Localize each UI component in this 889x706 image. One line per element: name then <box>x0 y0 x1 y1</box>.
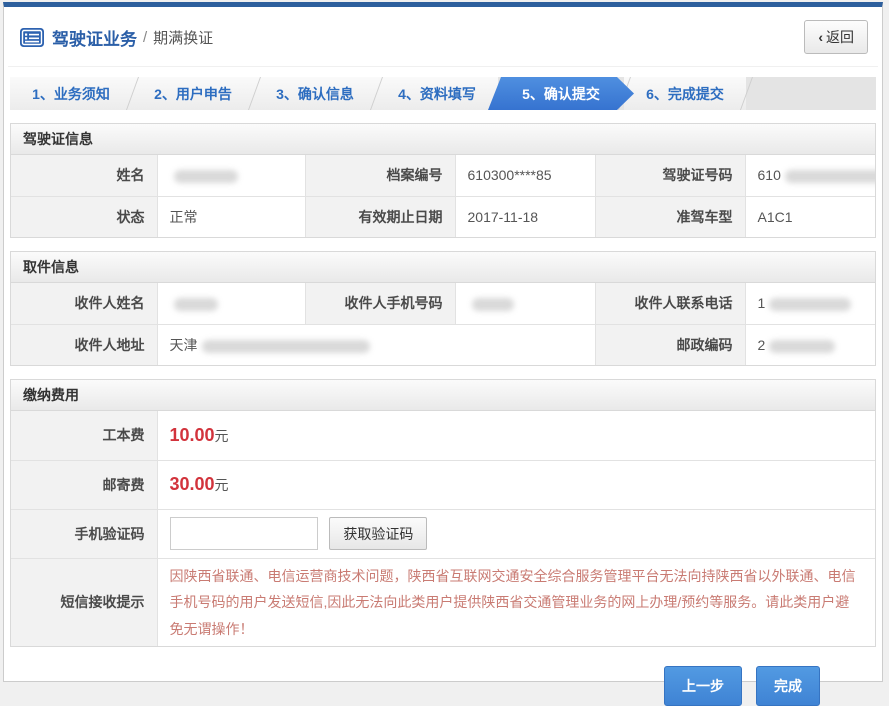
recipient-name-label: 收件人姓名 <box>11 283 157 324</box>
step-5-confirm-submit-active: 5、确认提交 <box>488 77 634 110</box>
file-no-value: 610300****85 <box>455 155 595 196</box>
address-label: 收件人地址 <box>11 324 157 365</box>
redacted-license-no <box>785 170 875 183</box>
table-row: 状态 正常 有效期止日期 2017-11-18 准驾车型 A1C1 <box>11 196 875 237</box>
redacted-postcode <box>769 340 835 353</box>
status-label: 状态 <box>11 196 157 237</box>
form-list-icon <box>20 28 44 47</box>
table-row: 收件人地址 天津 邮政编码 2 <box>11 324 875 365</box>
redacted-address <box>202 340 370 353</box>
finish-button[interactable]: 完成 <box>756 666 820 706</box>
recipient-tel-label: 收件人联系电话 <box>595 283 745 324</box>
sms-notice-label: 短信接收提示 <box>11 558 157 646</box>
redacted-recipient-name <box>174 298 218 311</box>
vehicle-value: A1C1 <box>745 196 875 237</box>
postcode-label: 邮政编码 <box>595 324 745 365</box>
license-no-prefix: 610 <box>758 167 781 183</box>
fees-table: 工本费 10.00元 邮寄费 30.00元 手机验证码 获取验证码 短信接收提示… <box>11 411 875 646</box>
breadcrumb-separator: / <box>143 29 147 46</box>
pickup-info-section: 取件信息 收件人姓名 收件人手机号码 收件人联系电话 1 收件人地址 天津 邮政… <box>10 251 876 366</box>
recipient-tel-value: 1 <box>745 283 875 324</box>
sms-code-cell: 获取验证码 <box>157 509 875 558</box>
main-panel: 驾驶证业务 / 期满换证 ‹返回 1、业务须知 2、用户申告 3、确认信息 4、… <box>3 2 883 682</box>
step-label: 3、确认信息 <box>276 84 354 104</box>
license-no-label: 驾驶证号码 <box>595 155 745 196</box>
step-label: 2、用户申告 <box>154 84 232 104</box>
recipient-mobile-value <box>455 283 595 324</box>
mail-fee-value: 30.00元 <box>157 460 875 509</box>
license-no-value: 610 <box>745 155 875 196</box>
page-title: 驾驶证业务 <box>52 25 137 50</box>
table-row: 邮寄费 30.00元 <box>11 460 875 509</box>
redacted-tel <box>769 298 851 311</box>
step-3-confirm-info: 3、确认信息 <box>254 77 376 110</box>
recipient-name-value <box>157 283 305 324</box>
table-row: 短信接收提示 因陕西省联通、电信运营商技术问题，陕西省互联网交通安全综合服务管理… <box>11 558 875 646</box>
table-row: 收件人姓名 收件人手机号码 收件人联系电话 1 <box>11 283 875 324</box>
vehicle-label: 准驾车型 <box>595 196 745 237</box>
fees-section-title: 缴纳费用 <box>11 380 875 411</box>
step-wizard: 1、业务须知 2、用户申告 3、确认信息 4、资料填写 5、确认提交 6、完成提… <box>10 77 876 110</box>
page-header: 驾驶证业务 / 期满换证 ‹返回 <box>8 7 878 67</box>
pickup-section-title: 取件信息 <box>11 252 875 283</box>
status-value: 正常 <box>157 196 305 237</box>
license-section-title: 驾驶证信息 <box>11 124 875 155</box>
sms-code-input[interactable] <box>170 517 318 550</box>
name-label: 姓名 <box>11 155 157 196</box>
tel-prefix: 1 <box>758 295 766 311</box>
expiry-label: 有效期止日期 <box>305 196 455 237</box>
work-fee-label: 工本费 <box>11 411 157 460</box>
sms-notice-text: 因陕西省联通、电信运营商技术问题，陕西省互联网交通安全综合服务管理平台无法向持陕… <box>170 563 864 643</box>
postcode-prefix: 2 <box>758 337 766 353</box>
step-1-business-notice: 1、业务须知 <box>10 77 132 110</box>
footer-actions: 上一步 完成 <box>8 647 878 706</box>
work-fee-unit: 元 <box>215 428 229 444</box>
previous-step-button[interactable]: 上一步 <box>664 666 742 706</box>
step-label: 1、业务须知 <box>32 84 110 104</box>
table-row: 工本费 10.00元 <box>11 411 875 460</box>
wizard-tail <box>746 77 876 110</box>
back-button-label: 返回 <box>826 29 854 45</box>
redacted-mobile <box>472 298 514 311</box>
work-fee-value: 10.00元 <box>157 411 875 460</box>
step-2-user-declaration: 2、用户申告 <box>132 77 254 110</box>
name-value <box>157 155 305 196</box>
breadcrumb-current: 期满换证 <box>153 27 213 48</box>
pickup-info-table: 收件人姓名 收件人手机号码 收件人联系电话 1 收件人地址 天津 邮政编码 2 <box>11 283 875 365</box>
license-info-section: 驾驶证信息 姓名 档案编号 610300****85 驾驶证号码 610 状态 … <box>10 123 876 238</box>
chevron-left-icon: ‹ <box>818 29 823 45</box>
table-row: 姓名 档案编号 610300****85 驾驶证号码 610 <box>11 155 875 196</box>
step-label: 5、确认提交 <box>522 84 600 104</box>
get-code-button[interactable]: 获取验证码 <box>329 517 427 550</box>
work-fee-amount: 10.00 <box>170 425 215 445</box>
step-label: 6、完成提交 <box>646 84 724 104</box>
file-no-label: 档案编号 <box>305 155 455 196</box>
fees-section: 缴纳费用 工本费 10.00元 邮寄费 30.00元 手机验证码 获取验证码 短… <box>10 379 876 647</box>
expiry-value: 2017-11-18 <box>455 196 595 237</box>
address-prefix: 天津 <box>170 337 198 353</box>
step-label: 4、资料填写 <box>398 84 476 104</box>
mail-fee-amount: 30.00 <box>170 474 215 494</box>
step-4-fill-data: 4、资料填写 <box>376 77 498 110</box>
recipient-mobile-label: 收件人手机号码 <box>305 283 455 324</box>
redacted-name <box>174 170 238 183</box>
postcode-value: 2 <box>745 324 875 365</box>
back-button[interactable]: ‹返回 <box>804 20 868 54</box>
table-row: 手机验证码 获取验证码 <box>11 509 875 558</box>
step-6-complete-submit: 6、完成提交 <box>624 77 746 110</box>
address-value: 天津 <box>157 324 595 365</box>
mail-fee-unit: 元 <box>215 477 229 493</box>
sms-code-label: 手机验证码 <box>11 509 157 558</box>
sms-notice-cell: 因陕西省联通、电信运营商技术问题，陕西省互联网交通安全综合服务管理平台无法向持陕… <box>157 558 875 646</box>
mail-fee-label: 邮寄费 <box>11 460 157 509</box>
license-info-table: 姓名 档案编号 610300****85 驾驶证号码 610 状态 正常 有效期… <box>11 155 875 237</box>
